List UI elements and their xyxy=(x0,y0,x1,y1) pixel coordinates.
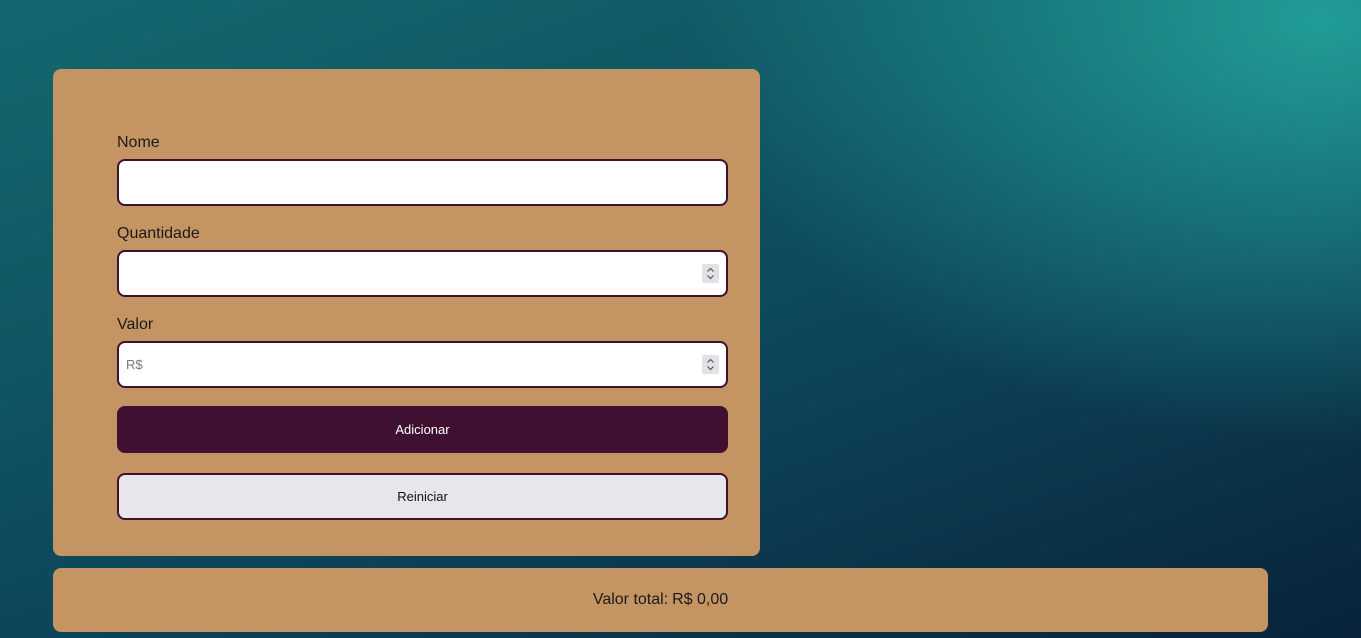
value-field-wrapper xyxy=(117,341,728,388)
name-input[interactable] xyxy=(119,161,726,204)
value-input[interactable] xyxy=(119,343,726,386)
reset-button[interactable]: Reiniciar xyxy=(117,473,728,520)
total-label: Valor total: xyxy=(592,591,669,608)
value-spinner[interactable] xyxy=(702,355,719,374)
name-label: Nome xyxy=(117,134,160,151)
add-button[interactable]: Adicionar xyxy=(117,406,728,453)
up-down-chevron-icon xyxy=(707,267,714,280)
name-field-wrapper xyxy=(117,159,728,206)
quantity-field-wrapper xyxy=(117,250,728,297)
total-bar: Valor total: R$ 0,00 xyxy=(53,568,1268,632)
quantity-spinner[interactable] xyxy=(702,264,719,283)
quantity-label: Quantidade xyxy=(117,225,200,242)
value-label: Valor xyxy=(117,316,154,333)
total-value: R$ 0,00 xyxy=(672,591,729,608)
product-form: Nome Quantidade Valor Adic xyxy=(117,133,728,520)
quantity-input[interactable] xyxy=(119,252,726,295)
product-form-card: Nome Quantidade Valor Adic xyxy=(53,69,760,556)
up-down-chevron-icon xyxy=(707,358,714,371)
